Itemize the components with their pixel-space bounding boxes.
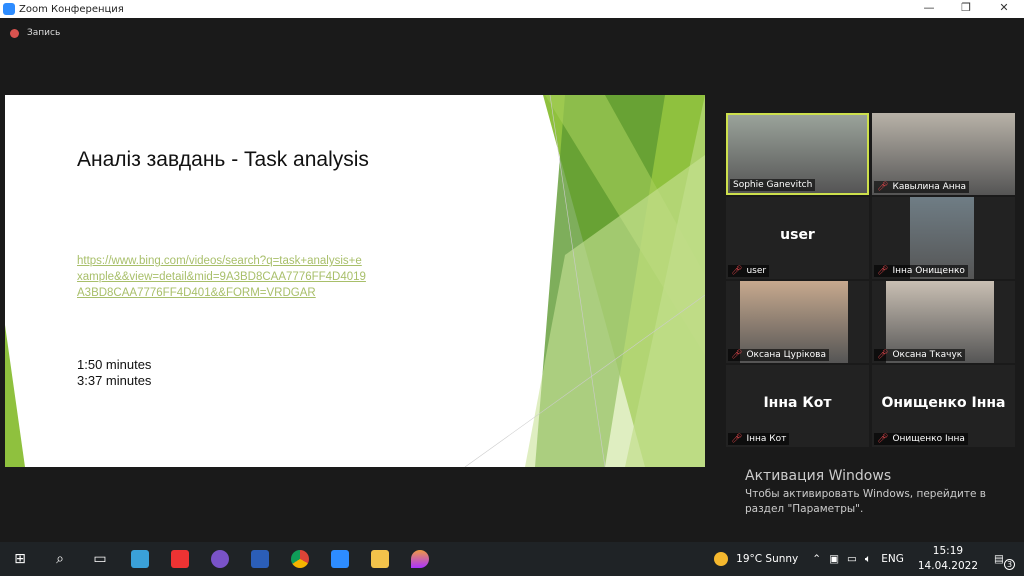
participant-tile[interactable]: Інна Кот 🎤︎ Інна Кот <box>726 365 869 447</box>
notifications-button[interactable]: ▤ 3 <box>994 553 1024 570</box>
zoom-logo-icon <box>3 3 15 15</box>
zoom-icon[interactable] <box>320 542 360 576</box>
participant-name-tag: 🎤︎ user <box>728 265 770 277</box>
weather-icon <box>714 552 729 566</box>
time-item: 1:50 minutes <box>77 357 152 372</box>
clock-time: 15:19 <box>932 545 964 557</box>
yandex-icon[interactable] <box>160 542 200 576</box>
volume-icon[interactable]: 🔈︎ <box>865 553 871 566</box>
recording-indicator[interactable]: Запись <box>10 28 60 38</box>
language-indicator[interactable]: ENG <box>881 553 904 565</box>
chrome-icon[interactable] <box>280 542 320 576</box>
restore-button[interactable]: ❐ <box>951 1 981 14</box>
search-icon[interactable]: ⌕ <box>40 542 80 576</box>
participant-tile[interactable]: Онищенко Інна 🎤︎ Онищенко Інна <box>872 365 1015 447</box>
muted-mic-icon: 🎤︎ <box>877 434 889 444</box>
participant-name-tag: 🎤︎ Онищенко Інна <box>874 433 968 445</box>
activation-title: Активация Windows <box>745 468 892 484</box>
muted-mic-icon: 🎤︎ <box>731 350 743 360</box>
participant-name-tag: 🎤︎ Оксана Ткачук <box>874 349 966 361</box>
participant-name: Онищенко Інна <box>892 434 965 444</box>
system-tray: 19°C Sunny ⌃ ▣ ▭ 🔈︎ ENG 15:19 14.04.2022… <box>714 542 1024 576</box>
activation-text: Чтобы активировать Windows, перейдите в … <box>745 488 986 515</box>
participant-name: Інна Кот <box>746 434 787 444</box>
minimize-button[interactable]: — <box>914 1 944 14</box>
participant-name: Оксана Ткачук <box>892 350 963 360</box>
paint-icon[interactable] <box>400 542 440 576</box>
participant-name-tag: Sophie Ganevitch <box>730 179 816 191</box>
file-explorer-icon[interactable] <box>360 542 400 576</box>
participant-tile[interactable]: 🎤︎ Оксана Ткачук <box>872 281 1015 363</box>
participant-tile[interactable]: Sophie Ganevitch <box>726 113 869 195</box>
participant-big-name: Онищенко Інна <box>881 395 1006 411</box>
record-icon <box>10 28 19 38</box>
participant-tile[interactable]: 🎤︎ Інна Онищенко <box>872 197 1015 279</box>
participant-name: Sophie Ganevitch <box>733 180 813 190</box>
participant-tile[interactable]: 🎤︎ Оксана Цурікова <box>726 281 869 363</box>
muted-mic-icon: 🎤︎ <box>731 434 743 444</box>
clock[interactable]: 15:19 14.04.2022 <box>918 544 978 574</box>
taskbar: ⊞ ⌕ ▭ 19°C Sunny ⌃ ▣ ▭ 🔈︎ ENG 15:19 14.0… <box>0 542 1024 576</box>
close-button[interactable]: ✕ <box>989 1 1019 14</box>
viber-icon[interactable] <box>200 542 240 576</box>
participant-big-name: Інна Кот <box>763 395 832 411</box>
participant-name-tag: 🎤︎ Кавылина Анна <box>874 181 970 193</box>
chevron-up-icon[interactable]: ⌃ <box>812 553 821 565</box>
participant-name-tag: 🎤︎ Оксана Цурікова <box>728 349 829 361</box>
network-icon[interactable]: ▣ <box>829 553 839 565</box>
windows-activation-watermark: Активация Windows Чтобы активировать Win… <box>745 468 1005 517</box>
clock-date: 14.04.2022 <box>917 560 978 572</box>
app-icon[interactable] <box>120 542 160 576</box>
participant-tile[interactable]: 🎤︎ Кавылина Анна <box>872 113 1015 195</box>
participant-big-name: user <box>780 227 815 243</box>
recording-label: Запись <box>27 28 61 38</box>
time-item: 3:37 minutes <box>77 373 152 388</box>
battery-icon[interactable]: ▭ <box>847 553 857 565</box>
muted-mic-icon: 🎤︎ <box>877 266 889 276</box>
participant-name-tag: 🎤︎ Інна Кот <box>728 433 790 445</box>
participant-tile[interactable]: user 🎤︎ user <box>726 197 869 279</box>
shared-slide: Аналіз завдань - Task analysis https://w… <box>5 95 705 467</box>
slide-link[interactable]: https://www.bing.com/videos/search?q=tas… <box>77 253 367 301</box>
muted-mic-icon: 🎤︎ <box>731 266 743 276</box>
participant-name: Кавылина Анна <box>892 182 967 192</box>
task-view-icon[interactable]: ▭ <box>80 542 120 576</box>
notification-count: 3 <box>1004 559 1015 570</box>
slide-times: 1:50 minutes 3:37 minutes <box>77 357 151 389</box>
participant-name-tag: 🎤︎ Інна Онищенко <box>874 265 968 277</box>
start-icon[interactable]: ⊞ <box>0 542 40 576</box>
muted-mic-icon: 🎤︎ <box>877 350 889 360</box>
participant-name: Інна Онищенко <box>892 266 965 276</box>
participant-name: Оксана Цурікова <box>746 350 826 360</box>
muted-mic-icon: 🎤︎ <box>877 182 889 192</box>
weather-text[interactable]: 19°C Sunny <box>736 553 798 565</box>
slide-title: Аналіз завдань - Task analysis <box>77 148 369 171</box>
window-title: Zoom Конференция <box>19 3 124 15</box>
word-icon[interactable] <box>240 542 280 576</box>
title-bar: Zoom Конференция — ❐ ✕ <box>0 0 1024 18</box>
participant-name: user <box>746 266 767 276</box>
